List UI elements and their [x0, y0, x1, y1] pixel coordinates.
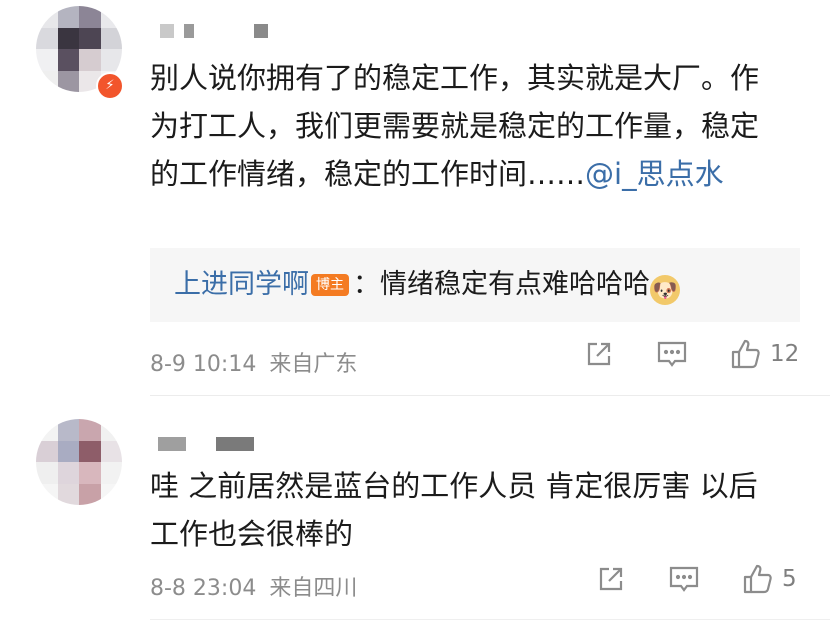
- username-blurred[interactable]: [158, 437, 254, 451]
- location: 来自广东: [269, 352, 358, 377]
- comment-button[interactable]: [668, 564, 700, 594]
- username-blurred[interactable]: [160, 24, 268, 38]
- verified-badge-icon: ⚡: [96, 72, 124, 100]
- comment-actions: 5: [596, 563, 797, 595]
- reply-box[interactable]: 上进同学啊 博主 ：情绪稳定有点难哈哈哈 🐶: [150, 248, 800, 322]
- like-button[interactable]: 12: [730, 338, 799, 370]
- mention-link[interactable]: @i_思点水: [585, 157, 724, 191]
- comment-icon: [657, 341, 687, 367]
- comment-button[interactable]: [656, 339, 688, 369]
- avatar[interactable]: [36, 419, 122, 505]
- like-count: 12: [770, 341, 800, 367]
- thumbs-up-icon: [743, 564, 772, 594]
- divider: [150, 395, 830, 396]
- share-button[interactable]: [584, 339, 614, 369]
- location: 来自四川: [269, 576, 358, 601]
- comment-meta: 8-9 10:14 来自广东: [150, 346, 357, 378]
- comment-icon: [669, 566, 699, 592]
- comment-item: 哇 之前居然是蓝台的工作人员 肯定很厉害 以后工作也会很棒的 8-8 23:04…: [0, 397, 830, 628]
- timestamp: 8-8 23:04: [150, 576, 257, 601]
- comment-list: ⚡ 别人说你拥有了的稳定工作，其实就是大厂。作为打工人，我们更需要就是稳定的工作…: [0, 0, 830, 628]
- comment-actions: 12: [584, 338, 799, 370]
- share-icon: [599, 567, 623, 591]
- comment-text: 哇 之前居然是蓝台的工作人员 肯定很厉害 以后工作也会很棒的: [150, 469, 758, 551]
- comment-item: ⚡ 别人说你拥有了的稳定工作，其实就是大厂。作为打工人，我们更需要就是稳定的工作…: [0, 0, 830, 396]
- share-icon: [587, 342, 611, 366]
- avatar-mosaic: [36, 419, 122, 505]
- reply-username[interactable]: 上进同学啊: [174, 269, 309, 300]
- divider: [150, 619, 830, 620]
- share-button[interactable]: [596, 564, 626, 594]
- blogger-tag: 博主: [311, 274, 349, 296]
- doge-emoji-icon: 🐶: [650, 275, 680, 305]
- reply-text: ：情绪稳定有点难哈哈哈: [353, 269, 650, 300]
- thumbs-up-icon: [731, 339, 760, 369]
- comment-text: 别人说你拥有了的稳定工作，其实就是大厂。作为打工人，我们更需要就是稳定的工作量，…: [150, 54, 786, 198]
- timestamp: 8-9 10:14: [150, 352, 257, 377]
- comment-meta: 8-8 23:04 来自四川: [150, 570, 357, 602]
- like-button[interactable]: 5: [742, 563, 797, 595]
- like-count: 5: [782, 566, 797, 592]
